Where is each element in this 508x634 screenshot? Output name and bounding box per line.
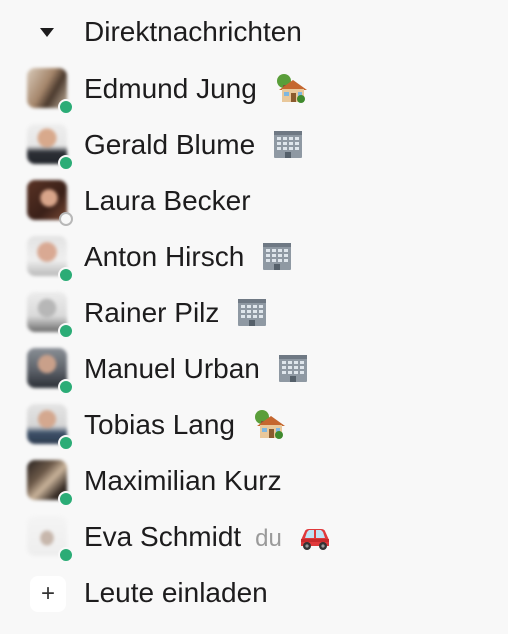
contact-name: Edmund Jung: [84, 73, 257, 104]
dm-row-gerald-blume[interactable]: Gerald Blume: [0, 118, 508, 174]
dm-row-maximilian-kurz[interactable]: Maximilian Kurz: [0, 454, 508, 510]
presence-active-indicator: [58, 155, 74, 171]
dm-row-tobias-lang[interactable]: Tobias Lang: [0, 398, 508, 454]
plus-icon[interactable]: +: [30, 576, 66, 612]
dm-row-eva-schmidt[interactable]: Eva Schmidt du: [0, 510, 508, 566]
dm-row-manuel-urban[interactable]: Manuel Urban: [0, 342, 508, 398]
contact-name: Rainer Pilz: [84, 297, 220, 328]
house-with-garden-icon: [273, 72, 307, 104]
office-building-icon: [276, 352, 310, 384]
contact-name: Tobias Lang: [84, 409, 236, 440]
caret-down-icon[interactable]: [38, 25, 56, 39]
dm-row-anton-hirsch[interactable]: Anton Hirsch: [0, 230, 508, 286]
direct-messages-section-header[interactable]: Direktnachrichten: [0, 0, 508, 62]
section-title: Direktnachrichten: [84, 16, 302, 47]
presence-active-indicator: [58, 379, 74, 395]
presence-active-indicator: [58, 267, 74, 283]
dm-row-laura-becker[interactable]: Laura Becker: [0, 174, 508, 230]
presence-active-indicator: [58, 435, 74, 451]
contact-name: Manuel Urban: [84, 353, 260, 384]
direct-messages-panel: Direktnachrichten Edmund Jung Gerald Blu…: [0, 0, 508, 634]
contact-name: Gerald Blume: [84, 129, 256, 160]
contact-name: Anton Hirsch: [84, 241, 245, 272]
office-building-icon: [260, 240, 294, 272]
contact-name: Maximilian Kurz: [84, 465, 282, 496]
presence-active-indicator: [58, 491, 74, 507]
house-with-garden-icon: [251, 408, 285, 440]
invite-people-label[interactable]: Leute einladen: [84, 576, 268, 610]
direct-messages-list: Edmund Jung Gerald Blume Laura Becker An…: [0, 62, 508, 622]
self-indicator: du: [255, 525, 282, 552]
presence-active-indicator: [58, 323, 74, 339]
office-building-icon: [235, 296, 269, 328]
contact-name: Laura Becker: [84, 185, 251, 216]
presence-active-indicator: [58, 547, 74, 563]
dm-row-edmund-jung[interactable]: Edmund Jung: [0, 62, 508, 118]
car-icon: [298, 520, 332, 552]
presence-active-indicator: [58, 99, 74, 115]
invite-people-row[interactable]: + Leute einladen: [0, 566, 508, 622]
contact-name: Eva Schmidt: [84, 521, 242, 552]
presence-away-indicator: [59, 212, 73, 226]
office-building-icon: [271, 128, 305, 160]
dm-row-rainer-pilz[interactable]: Rainer Pilz: [0, 286, 508, 342]
